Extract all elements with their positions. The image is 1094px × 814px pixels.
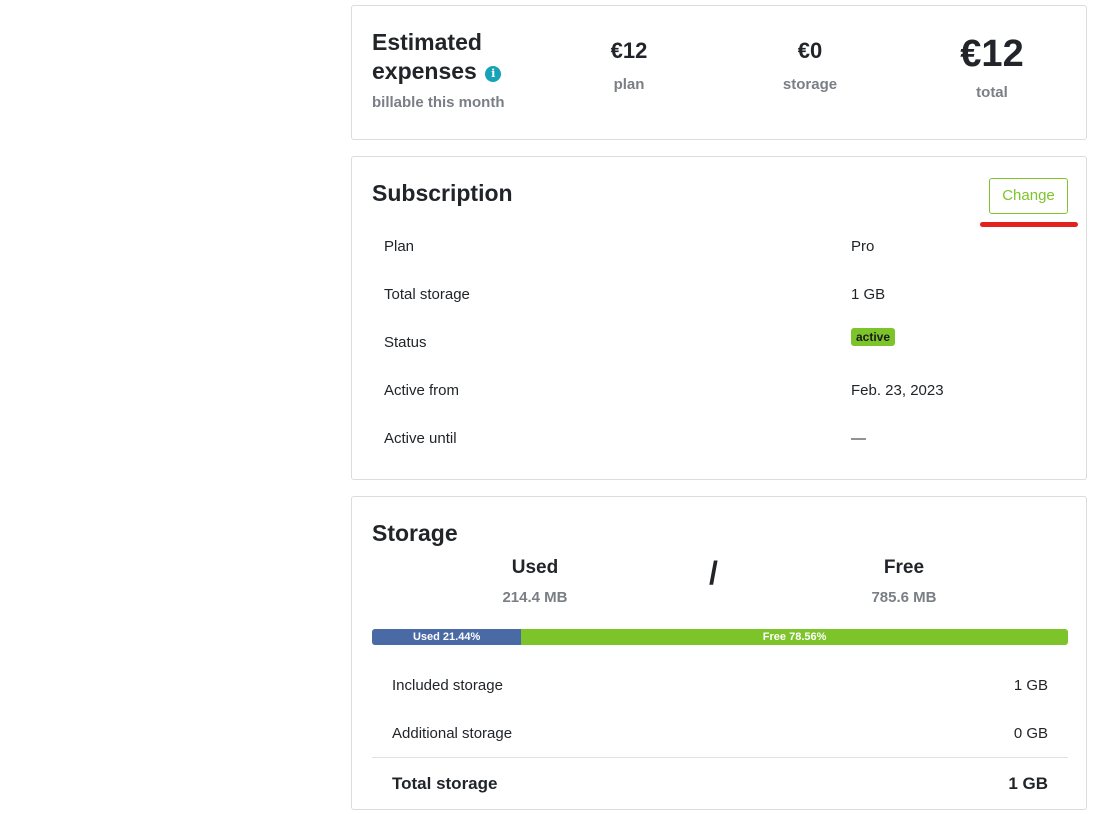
status-badge: active xyxy=(851,328,896,346)
row-key: Plan xyxy=(384,238,415,255)
plan-cost: €12 plan xyxy=(549,38,709,93)
expenses-subtitle: billable this month xyxy=(372,94,505,111)
free-bar: Free 78.56% xyxy=(521,629,1068,645)
storage-free: Free 785.6 MB xyxy=(804,557,1004,606)
row-value: 1 GB xyxy=(851,286,886,303)
row-key: Total storage xyxy=(384,286,470,303)
row-key: Total storage xyxy=(392,774,498,793)
storage-progress-bar: Used 21.44% Free 78.56% xyxy=(372,629,1068,645)
used-bar: Used 21.44% xyxy=(372,629,522,645)
total-cost: €12 total xyxy=(912,32,1072,101)
divider xyxy=(372,757,1068,758)
storage-card: Storage Used 214.4 MB / Free 785.6 MB Us… xyxy=(351,496,1087,810)
subscription-row-total-storage: Total storage 1 GB xyxy=(384,286,1074,310)
expenses-card: Estimated expenses i billable this month… xyxy=(351,5,1087,140)
row-value: Feb. 23, 2023 xyxy=(851,382,944,399)
row-value: 0 GB xyxy=(1013,725,1048,742)
plan-label: plan xyxy=(613,76,645,93)
storage-label: storage xyxy=(782,76,838,93)
expenses-title-text: Estimated expenses xyxy=(372,29,482,84)
info-icon[interactable]: i xyxy=(485,66,502,82)
row-key: Status xyxy=(384,334,427,351)
subscription-row-plan: Plan Pro xyxy=(384,238,1074,262)
annotation-underline xyxy=(980,222,1078,227)
row-value: — xyxy=(851,430,866,447)
storage-title: Storage xyxy=(372,520,458,546)
storage-cost: €0 storage xyxy=(730,38,890,93)
free-value: 785.6 MB xyxy=(871,589,937,606)
expenses-title: Estimated expenses i xyxy=(372,28,532,86)
total-label: total xyxy=(976,84,1008,101)
row-key: Additional storage xyxy=(392,725,513,742)
used-free-separator: / xyxy=(709,555,718,591)
free-heading: Free xyxy=(883,557,925,578)
row-key: Included storage xyxy=(392,677,503,694)
row-value: 1 GB xyxy=(1013,677,1048,694)
change-plan-button[interactable]: Change xyxy=(989,178,1068,214)
row-key: Active until xyxy=(384,430,457,447)
plan-amount: €12 xyxy=(610,38,648,63)
storage-used: Used 214.4 MB xyxy=(435,557,635,606)
subscription-row-active-from: Active from Feb. 23, 2023 xyxy=(384,382,1074,406)
used-heading: Used xyxy=(511,557,559,578)
subscription-row-active-until: Active until — xyxy=(384,430,1074,454)
row-key: Active from xyxy=(384,382,460,399)
subscription-card: Subscription Change Plan Pro Total stora… xyxy=(351,156,1087,480)
subscription-title: Subscription xyxy=(372,180,513,206)
total-amount: €12 xyxy=(960,33,1024,75)
used-value: 214.4 MB xyxy=(502,589,568,606)
row-value: 1 GB xyxy=(1008,774,1048,793)
row-value: active xyxy=(851,328,896,346)
subscription-row-status: Status active xyxy=(384,328,1074,358)
storage-amount: €0 xyxy=(797,38,823,63)
row-value: Pro xyxy=(851,238,875,255)
